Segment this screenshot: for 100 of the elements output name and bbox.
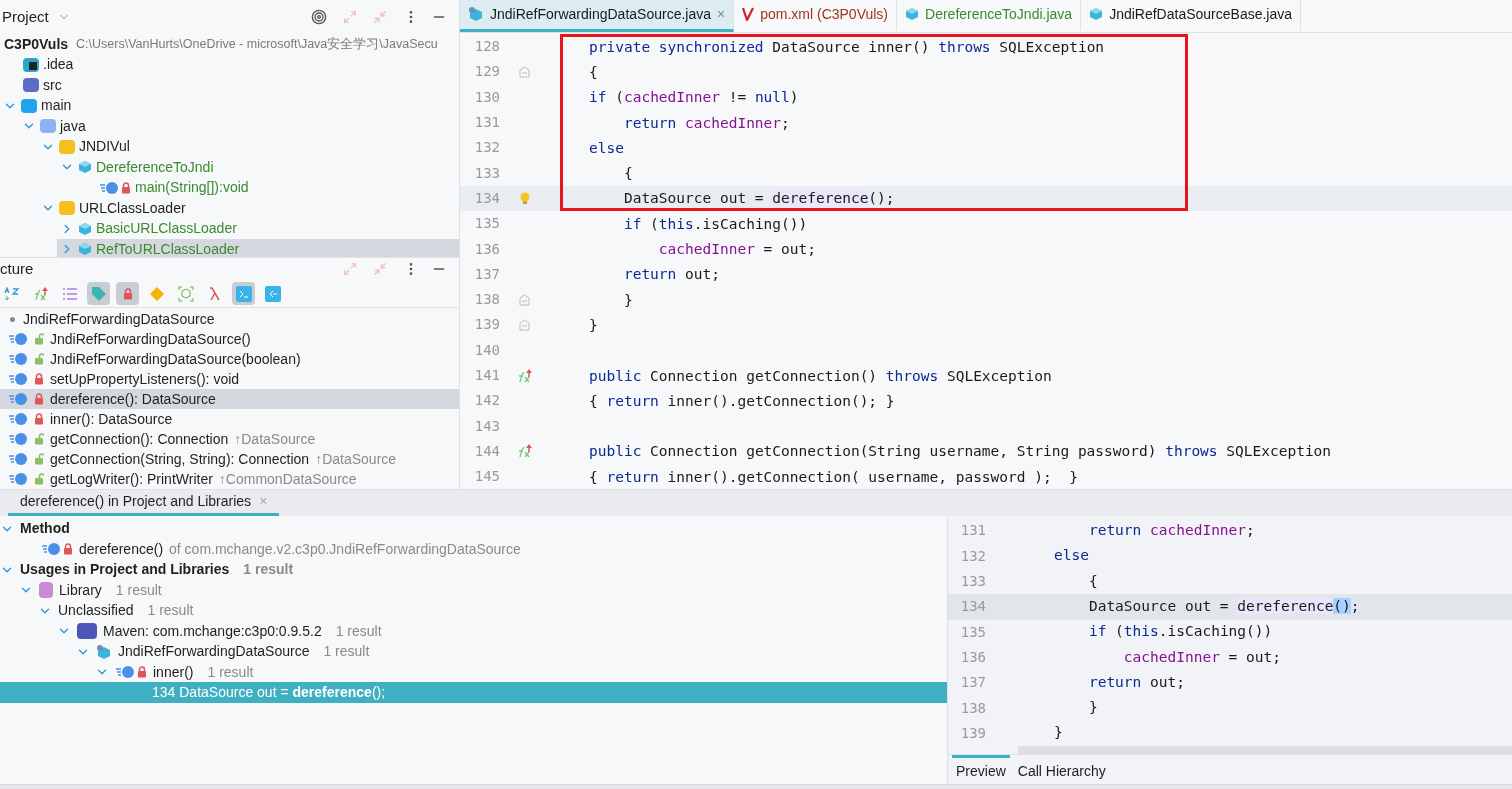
scroll-to-source-icon bbox=[235, 285, 252, 302]
idea-folder-icon bbox=[23, 57, 39, 72]
code-line: else bbox=[1054, 546, 1089, 566]
line-number: 141 bbox=[473, 366, 500, 385]
code-line: return cachedInner; bbox=[622, 114, 790, 131]
tree-item[interactable]: dereference() of com.mchange.v2.c3p0.JndiRefForwardingDataSource bbox=[19, 538, 947, 560]
class-icon bbox=[1089, 7, 1104, 21]
tree-item[interactable]: BasicURLClassLoader bbox=[57, 218, 459, 239]
line-number: 145 bbox=[473, 467, 500, 487]
result-count: 1 result bbox=[323, 642, 370, 662]
tree-item[interactable]: inner() 1 result bbox=[95, 661, 947, 683]
member-label: setUpPropertyListeners(): void bbox=[50, 369, 240, 389]
folder-icon bbox=[59, 201, 75, 216]
tree-item[interactable]: JNDIVul bbox=[38, 136, 459, 157]
tree-item[interactable]: Library 1 result bbox=[19, 579, 947, 601]
class-icon bbox=[96, 643, 112, 660]
line-number: 144 bbox=[473, 441, 500, 461]
lock-icon bbox=[137, 666, 147, 679]
tree-item-label: dereference() bbox=[79, 539, 164, 559]
code-line: if (this.isCaching()) bbox=[1087, 622, 1273, 642]
tree-item-label: src bbox=[43, 75, 62, 95]
line-number: 134 bbox=[959, 597, 986, 617]
tree-item-label: BasicURLClassLoader bbox=[96, 219, 237, 239]
anonymous-class-icon bbox=[177, 285, 194, 302]
method-icon bbox=[8, 472, 28, 486]
tree-item-label: .idea bbox=[43, 55, 74, 75]
method-icon bbox=[8, 432, 28, 446]
inherited-from: ↑DataSource bbox=[315, 449, 397, 469]
method-icon bbox=[8, 332, 28, 346]
structure-item[interactable]: JndiRefForwardingDataSource(boolean) bbox=[0, 349, 459, 369]
class-icon bbox=[468, 6, 484, 22]
code-line: { bbox=[589, 63, 598, 80]
collapse-all-icon[interactable] bbox=[373, 10, 387, 24]
tree-item[interactable]: URLClassLoader bbox=[38, 198, 459, 219]
unlocked-icon bbox=[34, 353, 44, 365]
panel-title[interactable]: cture bbox=[0, 258, 34, 281]
line-number: 137 bbox=[959, 673, 986, 693]
tree-item-label: DereferenceToJndi bbox=[96, 157, 214, 177]
structure-item[interactable]: dereference(): DataSource bbox=[0, 389, 459, 409]
unlocked-icon bbox=[34, 473, 44, 485]
toolbar-toggle[interactable] bbox=[87, 282, 110, 305]
toolbar-toggle[interactable] bbox=[232, 282, 255, 305]
tree-item-label: java bbox=[60, 116, 86, 136]
class-icon bbox=[905, 7, 920, 21]
fold-icon bbox=[519, 293, 530, 306]
method-icon bbox=[8, 452, 28, 466]
tree-item-label: RefToURLClassLoader bbox=[96, 239, 240, 257]
tree-item[interactable]: java bbox=[19, 116, 459, 137]
toolbar-toggle[interactable] bbox=[116, 282, 139, 305]
tree-item-label: Maven: com.mchange:c3p0:0.9.5.2 bbox=[103, 621, 322, 641]
code-line: { bbox=[622, 165, 633, 182]
editor-tab[interactable]: JndiRefForwardingDataSource.java × bbox=[460, 0, 735, 32]
tree-item[interactable]: JndiRefForwardingDataSource 1 result bbox=[76, 641, 947, 662]
structure-item[interactable]: getLogWriter(): PrintWriter ↑CommonDataSource bbox=[0, 469, 459, 489]
override-icon bbox=[32, 285, 49, 302]
panel-title[interactable]: Project bbox=[2, 5, 49, 29]
expand-all-icon[interactable] bbox=[343, 10, 357, 24]
list-icon bbox=[61, 286, 78, 301]
sort-icon bbox=[3, 286, 20, 301]
tree-item-label: main bbox=[41, 96, 72, 116]
scroll-from-source-icon bbox=[264, 285, 281, 302]
structure-item[interactable]: JndiRefForwardingDataSource() bbox=[0, 329, 459, 349]
expand-all-icon[interactable] bbox=[343, 262, 357, 276]
unlocked-icon bbox=[34, 333, 44, 345]
code-line: return out; bbox=[622, 266, 720, 283]
tree-item[interactable]: .idea bbox=[0, 54, 459, 75]
tree-item-label: Library bbox=[59, 580, 102, 600]
structure-item[interactable]: inner(): DataSource bbox=[0, 409, 459, 429]
inherited-from: ↑DataSource bbox=[234, 429, 316, 449]
collapse-all-icon[interactable] bbox=[373, 262, 387, 276]
line-number: 139 bbox=[473, 315, 500, 335]
tree-item[interactable]: src bbox=[0, 75, 459, 96]
code-line: { return inner().getConnection(); } bbox=[589, 392, 895, 409]
code-line: } bbox=[589, 316, 598, 333]
tree-item[interactable]: main(String[]):void bbox=[76, 177, 459, 198]
structure-item[interactable]: setUpPropertyListeners(): void bbox=[0, 369, 459, 389]
structure-item[interactable]: getConnection(): Connection ↑DataSource bbox=[0, 429, 459, 449]
tree-item[interactable]: DereferenceToJndi bbox=[57, 157, 459, 178]
fold-icon bbox=[519, 318, 530, 331]
code-line: } bbox=[1054, 723, 1063, 743]
tree-item[interactable]: Usages in Project and Libraries 1 result bbox=[0, 559, 947, 580]
member-label: JndiRefForwardingDataSource() bbox=[50, 329, 251, 349]
preview-tab[interactable]: Call Hierarchy bbox=[1013, 754, 1110, 784]
tree-item[interactable]: main bbox=[0, 95, 459, 116]
structure-item[interactable]: getConnection(String, String): Connection ↑DataSource bbox=[0, 449, 459, 469]
tree-item[interactable]: Method bbox=[0, 518, 947, 539]
line-number: 130 bbox=[473, 87, 500, 107]
method-icon bbox=[41, 542, 61, 557]
lock-icon bbox=[34, 413, 44, 425]
code-line: DataSource out = dereference(); bbox=[622, 190, 895, 207]
code-line: } bbox=[622, 291, 633, 308]
code-line: if (cachedInner != null) bbox=[589, 89, 799, 106]
code-line: private synchronized DataSource inner() throws SQLException bbox=[589, 38, 1105, 55]
tree-item[interactable]: C3P0Vuls C:\Users\VanHurts\OneDrive - microsoft\Java安全学习\JavaSecu bbox=[0, 34, 459, 55]
locate-icon[interactable] bbox=[311, 9, 327, 25]
folder-icon bbox=[21, 98, 37, 113]
code-line: return cachedInner; bbox=[1087, 521, 1255, 541]
code-line: DataSource out = dereference(); bbox=[1087, 597, 1360, 616]
tree-item[interactable]: Unclassified 1 result bbox=[38, 600, 947, 621]
tree-item[interactable]: Maven: com.mchange:c3p0:0.9.5.2 1 result bbox=[57, 620, 947, 642]
